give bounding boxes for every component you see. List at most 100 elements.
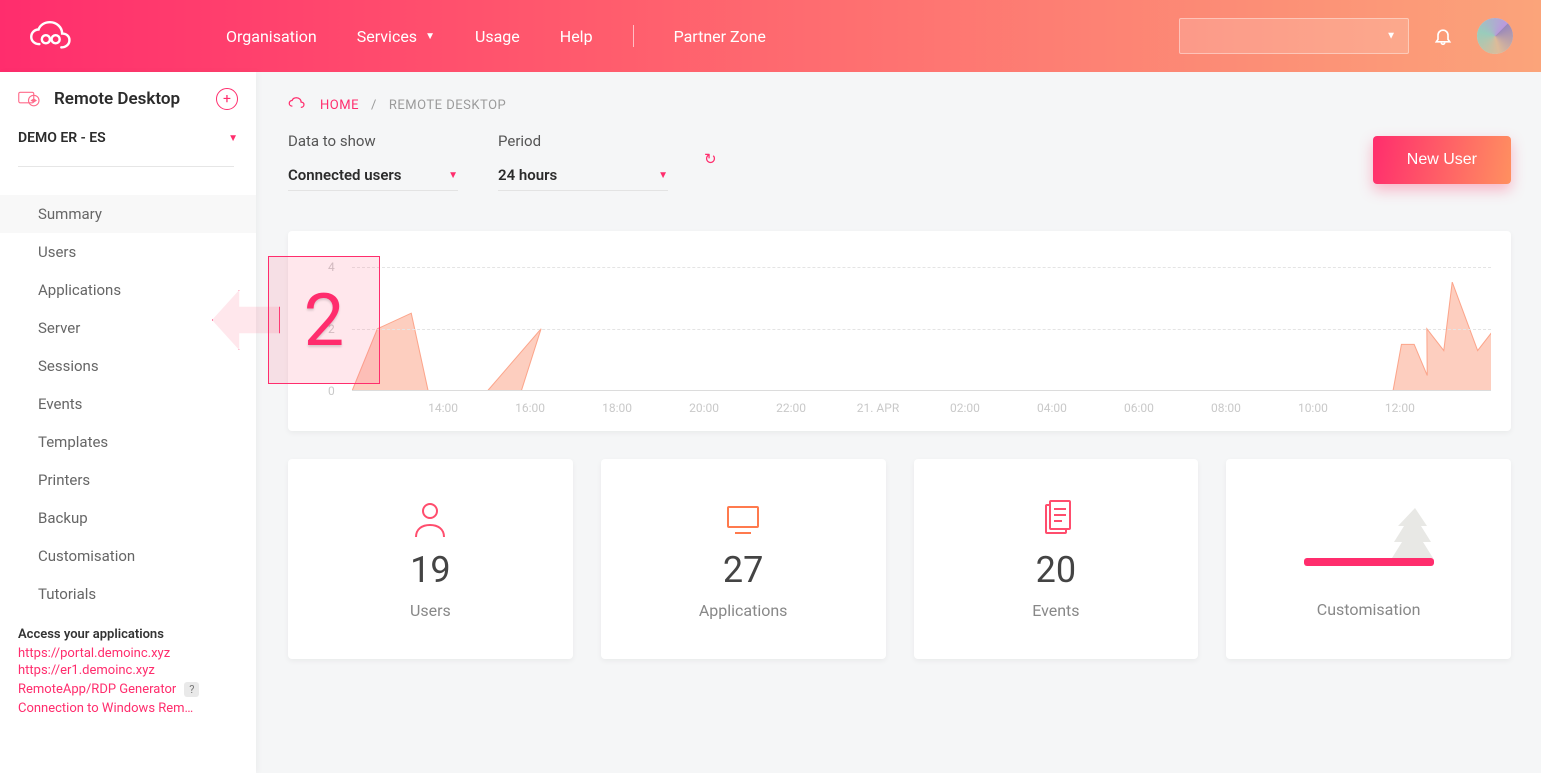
- top-nav: Organisation Services ▼ Usage Help Partn…: [226, 25, 766, 47]
- topbar: Organisation Services ▼ Usage Help Partn…: [0, 0, 1541, 72]
- new-user-button[interactable]: New User: [1373, 136, 1511, 184]
- filter-data-select[interactable]: Connected users ▼: [288, 160, 458, 191]
- add-button[interactable]: +: [216, 88, 238, 110]
- stat-cards: 19 Users 27 Applications 20 Events: [288, 459, 1511, 659]
- y-tick: 4: [328, 260, 335, 274]
- x-tick: 10:00: [1298, 401, 1328, 415]
- card-events-label: Events: [1032, 601, 1079, 620]
- card-users-label: Users: [410, 601, 451, 620]
- grid-line: [352, 329, 1491, 330]
- chevron-down-icon: ▼: [658, 170, 668, 181]
- x-tick: 14:00: [428, 401, 458, 415]
- grid-line: [352, 267, 1491, 268]
- cloud-icon: [288, 96, 308, 114]
- chart-panel: 14:00 16:00 18:00 20:00 22:00 21. APR 02:00 04:…: [288, 231, 1511, 431]
- x-tick: 16:00: [515, 401, 545, 415]
- x-tick: 20:00: [689, 401, 719, 415]
- help-icon[interactable]: ?: [184, 682, 199, 697]
- y-tick: 0: [328, 384, 335, 398]
- x-tick: 21. APR: [857, 401, 899, 415]
- filter-data: Data to show Connected users ▼: [288, 132, 458, 191]
- chart-svg: [352, 251, 1491, 391]
- sidebar-item-tutorials[interactable]: Tutorials: [0, 575, 256, 613]
- card-customisation-label: Customisation: [1317, 600, 1421, 619]
- card-users-value: 19: [410, 549, 450, 591]
- sidebar: Remote Desktop + DEMO ER - ES ▼ Summary …: [0, 72, 256, 773]
- filter-period-value: 24 hours: [498, 166, 557, 184]
- sidebar-org-select[interactable]: DEMO ER - ES ▼: [0, 130, 256, 156]
- refresh-icon[interactable]: ↻: [704, 150, 717, 168]
- breadcrumb-sep: /: [371, 98, 377, 113]
- sidebar-title: Remote Desktop: [54, 89, 204, 109]
- brand-logo: [28, 19, 80, 53]
- top-context-select[interactable]: ▼: [1179, 18, 1409, 54]
- card-events-value: 20: [1036, 549, 1076, 591]
- avatar[interactable]: [1477, 18, 1513, 54]
- nav-usage[interactable]: Usage: [475, 27, 520, 46]
- sidebar-link-winrem[interactable]: Connection to Windows Rem…: [18, 701, 228, 716]
- nav-services[interactable]: Services ▼: [357, 27, 435, 46]
- sidebar-item-users[interactable]: Users: [0, 233, 256, 271]
- sidebar-org-value: DEMO ER - ES: [18, 130, 106, 146]
- remote-desktop-icon: [18, 88, 42, 110]
- sidebar-link-er1[interactable]: https://er1.demoinc.xyz: [18, 663, 228, 678]
- x-tick: 22:00: [776, 401, 806, 415]
- x-tick: 08:00: [1211, 401, 1241, 415]
- sidebar-item-summary[interactable]: Summary: [0, 195, 256, 233]
- chevron-down-icon: ▼: [1386, 31, 1396, 42]
- card-apps-label: Applications: [699, 601, 788, 620]
- sidebar-item-backup[interactable]: Backup: [0, 499, 256, 537]
- divider: [18, 166, 234, 167]
- tree-icon: [1392, 508, 1438, 568]
- chevron-down-icon: ▼: [448, 170, 458, 181]
- x-tick: 12:00: [1385, 401, 1415, 415]
- topbar-right: ▼: [1179, 18, 1513, 54]
- sidebar-item-sessions[interactable]: Sessions: [0, 347, 256, 385]
- sidebar-links-title: Access your applications: [18, 627, 238, 642]
- y-tick: 2: [328, 322, 335, 336]
- filter-data-label: Data to show: [288, 132, 458, 150]
- x-tick: 02:00: [950, 401, 980, 415]
- sidebar-item-printers[interactable]: Printers: [0, 461, 256, 499]
- x-tick: 06:00: [1124, 401, 1154, 415]
- sidebar-link-portal[interactable]: https://portal.demoinc.xyz: [18, 646, 228, 661]
- monitor-icon: [723, 499, 763, 539]
- user-icon: [410, 499, 450, 539]
- sidebar-header: Remote Desktop +: [0, 88, 256, 130]
- filter-period-label: Period: [498, 132, 668, 150]
- chart-area: [352, 251, 1491, 391]
- breadcrumb-home[interactable]: HOME: [320, 98, 359, 113]
- chevron-down-icon: ▼: [425, 31, 435, 42]
- card-events[interactable]: 20 Events: [914, 459, 1199, 659]
- filters-row: Data to show Connected users ▼ Period 24…: [288, 132, 1511, 191]
- x-tick: 04:00: [1037, 401, 1067, 415]
- sidebar-item-server[interactable]: Server: [0, 309, 256, 347]
- sidebar-access-links: Access your applications https://portal.…: [0, 627, 256, 718]
- card-users[interactable]: 19 Users: [288, 459, 573, 659]
- filter-period-select[interactable]: 24 hours ▼: [498, 160, 668, 191]
- nav-partner-zone[interactable]: Partner Zone: [674, 27, 766, 46]
- nav-help[interactable]: Help: [560, 27, 593, 46]
- x-tick: 18:00: [602, 401, 632, 415]
- card-applications[interactable]: 27 Applications: [601, 459, 886, 659]
- sidebar-nav: Summary Users Applications Server Sessio…: [0, 195, 256, 613]
- main: HOME / REMOTE DESKTOP Data to show Conne…: [256, 72, 1541, 773]
- sidebar-item-customisation[interactable]: Customisation: [0, 537, 256, 575]
- sidebar-item-templates[interactable]: Templates: [0, 423, 256, 461]
- bell-icon[interactable]: [1433, 24, 1453, 48]
- sidebar-item-applications[interactable]: Applications: [0, 271, 256, 309]
- chevron-down-icon: ▼: [228, 133, 238, 144]
- sidebar-item-events[interactable]: Events: [0, 385, 256, 423]
- card-customisation[interactable]: Customisation: [1226, 459, 1511, 659]
- nav-separator: [633, 25, 634, 47]
- filter-period: Period 24 hours ▼: [498, 132, 668, 191]
- page-body: Remote Desktop + DEMO ER - ES ▼ Summary …: [0, 72, 1541, 773]
- nav-organisation[interactable]: Organisation: [226, 27, 317, 46]
- breadcrumb-current: REMOTE DESKTOP: [389, 98, 506, 113]
- breadcrumb: HOME / REMOTE DESKTOP: [288, 96, 1511, 114]
- customisation-illustration: [1304, 500, 1434, 580]
- filter-data-value: Connected users: [288, 166, 402, 184]
- nav-services-label: Services: [357, 27, 417, 46]
- sidebar-link-rdpgen[interactable]: RemoteApp/RDP Generator: [18, 682, 176, 697]
- x-axis: [352, 390, 1491, 391]
